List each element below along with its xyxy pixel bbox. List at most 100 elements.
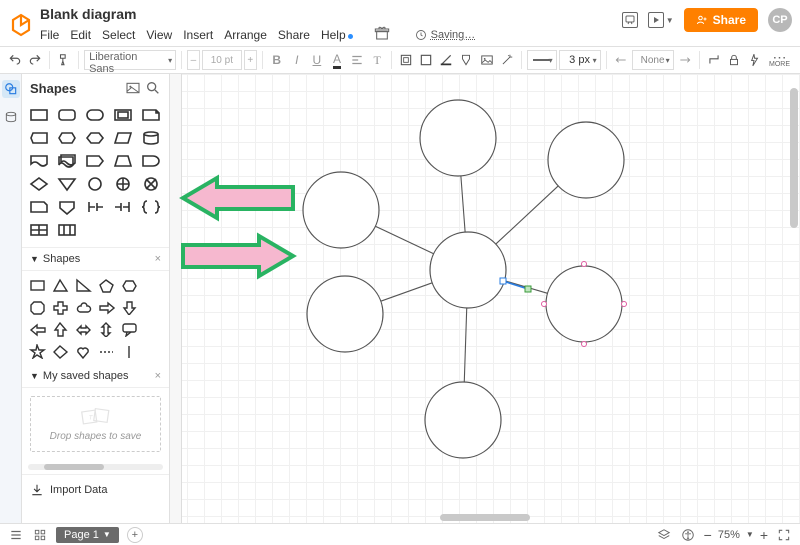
document-title[interactable]: Blank diagram <box>40 6 475 24</box>
shape-parallelogram[interactable] <box>112 129 134 147</box>
bshape-dash[interactable] <box>97 343 115 359</box>
connector-type-button[interactable] <box>705 50 723 70</box>
menu-share[interactable]: Share <box>278 28 310 42</box>
fullscreen-button[interactable] <box>776 527 792 543</box>
underline-button[interactable]: U <box>308 50 326 70</box>
undo-button[interactable] <box>6 50 24 70</box>
line-end-button[interactable] <box>676 50 694 70</box>
zoom-value[interactable]: 75% <box>718 529 740 541</box>
bshape-oct[interactable] <box>28 299 46 315</box>
align-button[interactable] <box>348 50 366 70</box>
gift-icon[interactable] <box>374 25 390 44</box>
shape-swimlane[interactable] <box>56 221 78 239</box>
shape-halfcircle[interactable] <box>140 152 162 170</box>
bshape-line[interactable] <box>121 343 139 359</box>
chevron-down-icon[interactable]: ▼ <box>746 530 754 539</box>
add-page-button[interactable]: + <box>127 527 143 543</box>
menu-view[interactable]: View <box>146 28 172 42</box>
line-end-select[interactable]: None <box>632 50 674 70</box>
bshape-arrow-d[interactable] <box>121 299 139 315</box>
shapes-section-header[interactable]: ▼ Shapes × <box>22 248 169 271</box>
menu-edit[interactable]: Edit <box>70 28 91 42</box>
bshape-star[interactable] <box>28 343 46 359</box>
bshape-plus[interactable] <box>51 299 69 315</box>
shape-trap[interactable] <box>112 152 134 170</box>
panel-scrollbar[interactable] <box>28 464 163 470</box>
shape-triangle-down[interactable] <box>56 175 78 193</box>
close-icon[interactable]: × <box>155 253 161 265</box>
bshape-hex[interactable] <box>121 277 139 293</box>
line-color-button[interactable] <box>437 50 455 70</box>
close-icon[interactable]: × <box>155 370 161 382</box>
bshape-heart[interactable] <box>74 343 92 359</box>
shape-doc[interactable] <box>28 152 50 170</box>
zoom-out-button[interactable]: − <box>704 527 712 543</box>
shape-note[interactable] <box>140 106 162 124</box>
shape-circle-x[interactable] <box>140 175 162 193</box>
text-tool-button[interactable]: T <box>368 50 386 70</box>
zoom-in-button[interactable]: + <box>760 527 768 543</box>
import-data-button[interactable]: Import Data <box>22 474 169 505</box>
avatar[interactable]: CP <box>768 8 792 32</box>
shape-fill-button[interactable] <box>457 50 475 70</box>
shape-frame[interactable] <box>112 106 134 124</box>
bshape-rtri[interactable] <box>74 277 92 293</box>
shape-shield[interactable] <box>56 198 78 216</box>
bshape-arrow-u[interactable] <box>51 321 69 337</box>
redo-button[interactable] <box>26 50 44 70</box>
italic-button[interactable]: I <box>288 50 306 70</box>
shape-merge[interactable] <box>84 198 106 216</box>
shape-circle[interactable] <box>84 175 106 193</box>
shape-cylinder[interactable] <box>140 129 162 147</box>
shape-display[interactable] <box>28 129 50 147</box>
action-button[interactable] <box>745 50 763 70</box>
saved-shapes-dropzone[interactable]: T Drop shapes to save <box>30 396 161 452</box>
rail-shapes-button[interactable] <box>2 80 20 98</box>
bshape-arrow-r[interactable] <box>97 299 115 315</box>
horizontal-scrollbar[interactable] <box>440 514 530 521</box>
fill-color-button[interactable] <box>397 50 415 70</box>
line-style-select[interactable] <box>527 50 557 70</box>
vertical-scrollbar[interactable] <box>790 84 798 513</box>
shape-docs[interactable] <box>56 152 78 170</box>
bshape-arrow-lr[interactable] <box>74 321 92 337</box>
shape-roundrect[interactable] <box>56 106 78 124</box>
shapes-search-icon[interactable] <box>145 80 161 96</box>
shape-pill[interactable] <box>84 106 106 124</box>
line-width-select[interactable]: 3 px <box>559 50 601 70</box>
share-button[interactable]: Share <box>684 8 758 32</box>
grid-view-button[interactable] <box>32 527 48 543</box>
menu-arrange[interactable]: Arrange <box>224 28 267 42</box>
font-family-select[interactable]: Liberation Sans <box>84 50 176 70</box>
rail-layers-button[interactable] <box>2 108 20 126</box>
menu-select[interactable]: Select <box>102 28 135 42</box>
menu-insert[interactable]: Insert <box>183 28 213 42</box>
line-start-button[interactable] <box>611 50 629 70</box>
shapes-image-icon[interactable] <box>125 80 141 96</box>
present-button[interactable]: ▼ <box>648 12 674 28</box>
accessibility-icon[interactable] <box>680 527 696 543</box>
shape-step[interactable] <box>84 152 106 170</box>
bshape-diamond[interactable] <box>51 343 69 359</box>
toolbar-more-button[interactable]: ⋯MORE <box>765 53 794 68</box>
font-size-decrease[interactable]: – <box>187 50 200 70</box>
border-color-button[interactable] <box>417 50 435 70</box>
shape-hex2[interactable] <box>84 129 106 147</box>
bshape-arrow-l[interactable] <box>28 321 46 337</box>
outline-view-button[interactable] <box>8 527 24 543</box>
bshape-cloud[interactable] <box>74 299 92 315</box>
bshape-pent[interactable] <box>97 277 115 293</box>
shape-brace[interactable] <box>140 198 162 216</box>
bshape-callout[interactable] <box>121 321 139 337</box>
shape-diamond[interactable] <box>28 175 50 193</box>
shape-hex[interactable] <box>56 129 78 147</box>
saved-shapes-header[interactable]: ▼ My saved shapes × <box>22 365 169 388</box>
page-tab[interactable]: Page 1▼ <box>56 527 119 543</box>
shape-pentstate[interactable] <box>28 198 50 216</box>
bold-button[interactable]: B <box>268 50 286 70</box>
image-button[interactable] <box>477 50 495 70</box>
magic-wand-button[interactable] <box>498 50 516 70</box>
text-color-button[interactable]: A <box>328 50 346 70</box>
menu-file[interactable]: File <box>40 28 59 42</box>
lock-button[interactable] <box>725 50 743 70</box>
